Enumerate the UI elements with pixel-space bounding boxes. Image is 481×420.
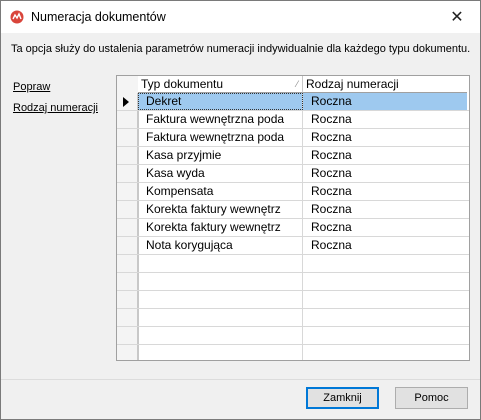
empty-cell: [138, 255, 303, 272]
cell-typ-dokumentu[interactable]: Kasa przyjmie: [138, 147, 303, 164]
table-row[interactable]: Korekta faktury wewnętrz Roczna: [117, 219, 469, 237]
row-indicator: [117, 237, 138, 254]
empty-row: [117, 255, 469, 273]
row-indicator: [117, 291, 138, 308]
dialog-window: Numeracja dokumentów ✕ Ta opcja służy do…: [0, 0, 481, 420]
rodzaj-numeracji-link[interactable]: Rodzaj numeracji: [13, 102, 98, 114]
title-bar: Numeracja dokumentów ✕: [1, 1, 480, 33]
table-row[interactable]: Korekta faktury wewnętrz Roczna: [117, 201, 469, 219]
cell-rodzaj-numeracji[interactable]: Roczna: [303, 129, 467, 146]
table-row[interactable]: Faktura wewnętrzna poda Roczna: [117, 129, 469, 147]
column-header-typ[interactable]: Typ dokumentu ⁄: [138, 76, 303, 93]
row-indicator: [117, 201, 138, 218]
cell-typ-dokumentu[interactable]: Korekta faktury wewnętrz: [138, 219, 303, 236]
cell-rodzaj-numeracji[interactable]: Roczna: [303, 201, 467, 218]
table-row[interactable]: Kompensata Roczna: [117, 183, 469, 201]
empty-cell: [303, 327, 467, 344]
table-row[interactable]: Nota korygująca Roczna: [117, 237, 469, 255]
empty-row: [117, 273, 469, 291]
cell-typ-dokumentu[interactable]: Dekret: [138, 93, 303, 110]
cell-typ-dokumentu[interactable]: Faktura wewnętrzna poda: [138, 111, 303, 128]
row-indicator: [117, 345, 138, 360]
empty-cell: [303, 345, 467, 360]
grid-rows: Dekret Roczna Faktura wewnętrzna poda Roczn…: [117, 93, 469, 360]
cell-typ-dokumentu[interactable]: Faktura wewnętrzna poda: [138, 129, 303, 146]
table-row[interactable]: Dekret Roczna: [117, 93, 469, 111]
empty-cell: [138, 345, 303, 360]
row-indicator: [117, 129, 138, 146]
empty-row: [117, 309, 469, 327]
row-indicator: [117, 309, 138, 326]
row-indicator: [117, 255, 138, 272]
row-indicator: [117, 93, 138, 110]
cell-rodzaj-numeracji[interactable]: Roczna: [303, 183, 467, 200]
row-indicator: [117, 147, 138, 164]
cell-rodzaj-numeracji[interactable]: Roczna: [303, 147, 467, 164]
table-row[interactable]: Kasa przyjmie Roczna: [117, 147, 469, 165]
app-icon: [10, 10, 24, 24]
empty-cell: [303, 291, 467, 308]
empty-cell: [138, 291, 303, 308]
empty-cell: [303, 255, 467, 272]
column-header-rodzaj[interactable]: Rodzaj numeracji: [303, 76, 467, 93]
empty-cell: [303, 309, 467, 326]
close-button[interactable]: Zamknij: [306, 387, 379, 409]
empty-row: [117, 345, 469, 360]
cell-typ-dokumentu[interactable]: Korekta faktury wewnętrz: [138, 201, 303, 218]
current-row-arrow-icon: [123, 97, 129, 107]
column-header-label: Typ dokumentu: [141, 77, 224, 91]
documents-grid[interactable]: Typ dokumentu ⁄ Rodzaj numeracji Dekret R…: [116, 75, 470, 361]
cell-typ-dokumentu[interactable]: Nota korygująca: [138, 237, 303, 254]
empty-cell: [138, 327, 303, 344]
empty-cell: [138, 309, 303, 326]
empty-cell: [138, 273, 303, 290]
empty-cell: [303, 273, 467, 290]
info-text: Ta opcja służy do ustalenia parametrów n…: [11, 43, 471, 55]
row-indicator: [117, 219, 138, 236]
row-indicator: [117, 327, 138, 344]
row-indicator: [117, 111, 138, 128]
row-indicator: [117, 183, 138, 200]
close-icon[interactable]: ✕: [434, 1, 480, 33]
empty-row: [117, 291, 469, 309]
footer-divider: [1, 379, 480, 380]
row-indicator: [117, 273, 138, 290]
popraw-link[interactable]: Popraw: [13, 81, 50, 93]
help-button[interactable]: Pomoc: [395, 387, 468, 409]
cell-typ-dokumentu[interactable]: Kasa wyda: [138, 165, 303, 182]
sort-icon: ⁄: [296, 79, 298, 89]
cell-rodzaj-numeracji[interactable]: Roczna: [303, 93, 467, 110]
window-title: Numeracja dokumentów: [31, 10, 166, 24]
cell-typ-dokumentu[interactable]: Kompensata: [138, 183, 303, 200]
table-row[interactable]: Kasa wyda Roczna: [117, 165, 469, 183]
cell-rodzaj-numeracji[interactable]: Roczna: [303, 237, 467, 254]
table-row[interactable]: Faktura wewnętrzna poda Roczna: [117, 111, 469, 129]
cell-rodzaj-numeracji[interactable]: Roczna: [303, 165, 467, 182]
cell-rodzaj-numeracji[interactable]: Roczna: [303, 111, 467, 128]
empty-row: [117, 327, 469, 345]
cell-rodzaj-numeracji[interactable]: Roczna: [303, 219, 467, 236]
row-indicator: [117, 165, 138, 182]
